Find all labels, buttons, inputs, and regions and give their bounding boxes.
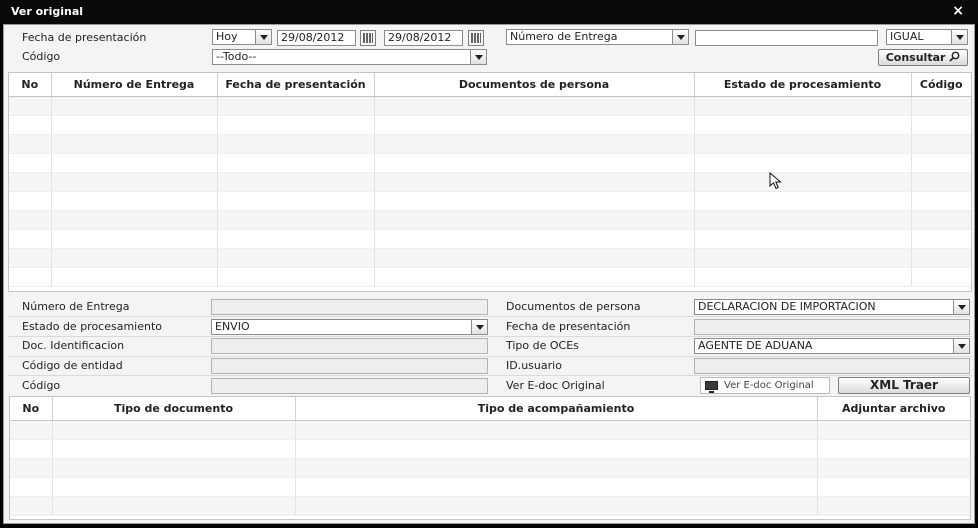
codigo-filter-label: Código (22, 50, 61, 63)
chevron-down-icon[interactable] (953, 300, 969, 314)
column-header-estado-procesamiento[interactable]: Estado de procesamiento (694, 73, 912, 97)
period-select[interactable]: Hoy (212, 29, 272, 45)
results-table-header: No Número de Entrega Fecha de presentaci… (9, 73, 971, 97)
codigo-entidad-label: Código de entidad (22, 359, 123, 372)
table-row[interactable] (9, 172, 971, 192)
chevron-down-icon[interactable] (255, 30, 271, 44)
estado-procesamiento-label: Estado de procesamiento (22, 320, 163, 333)
codigo-entidad-field[interactable] (211, 358, 488, 374)
estado-procesamiento-select[interactable]: ENVIO (211, 319, 488, 335)
results-table-body (9, 96, 971, 287)
table-row[interactable] (10, 420, 970, 440)
ver-edoc-original-button-label: Ver E-doc Original (724, 380, 814, 391)
doc-identificacion-label: Doc. Identificacion (22, 339, 125, 352)
dialog-content: Fecha de presentación Hoy 29/08/2012 29/… (3, 24, 975, 524)
column-header-adjuntar-archivo[interactable]: Adjuntar archivo (817, 397, 970, 421)
codigo-select-value: --Todo-- (216, 50, 257, 63)
operator-select-value: IGUAL (890, 30, 924, 43)
fecha-presentacion-field[interactable] (694, 319, 970, 335)
search-field-select[interactable]: Número de Entrega (506, 29, 689, 45)
date-to-input[interactable]: 29/08/2012 (384, 30, 463, 46)
table-row[interactable] (9, 191, 971, 211)
table-row[interactable] (9, 134, 971, 154)
table-row[interactable] (9, 267, 971, 287)
form-divider (8, 356, 972, 357)
period-select-value: Hoy (216, 30, 238, 43)
table-row[interactable] (9, 229, 971, 249)
table-row[interactable] (9, 153, 971, 173)
column-header-no[interactable]: No (10, 397, 53, 421)
fecha-presentacion-detail-label: Fecha de presentación (506, 320, 631, 333)
search-icon (949, 51, 960, 62)
calendar-icon[interactable] (360, 30, 376, 46)
title-bar[interactable]: Ver original × (0, 0, 978, 24)
table-row[interactable] (10, 458, 970, 478)
date-from-value: 29/08/2012 (281, 31, 345, 44)
xml-traer-button-label: XML Traer (870, 378, 938, 392)
operator-select[interactable]: IGUAL (886, 29, 968, 45)
date-from-input[interactable]: 29/08/2012 (277, 30, 356, 46)
documentos-persona-select[interactable]: DECLARACION DE IMPORTACION (694, 299, 970, 315)
doc-identificacion-field[interactable] (211, 338, 488, 354)
numero-entrega-field[interactable] (211, 299, 488, 315)
mouse-cursor-icon (769, 172, 782, 190)
tipo-oces-select[interactable]: AGENTE DE ADUANA (694, 338, 970, 354)
consultar-button[interactable]: Consultar (878, 49, 968, 66)
close-icon[interactable]: × (952, 3, 964, 19)
search-input[interactable] (695, 30, 878, 46)
chevron-down-icon[interactable] (953, 339, 969, 353)
estado-procesamiento-value: ENVIO (215, 320, 250, 333)
form-divider (8, 316, 972, 317)
ver-original-dialog: Ver original × Fecha de presentación Hoy… (0, 0, 978, 528)
table-row[interactable] (9, 248, 971, 268)
documentos-persona-label: Documentos de persona (506, 300, 641, 313)
form-divider (8, 336, 972, 337)
table-row[interactable] (10, 477, 970, 497)
documents-table: No Tipo de documento Tipo de acompañamie… (10, 397, 970, 516)
monitor-icon (705, 381, 718, 393)
documents-table-panel: No Tipo de documento Tipo de acompañamie… (9, 396, 971, 520)
tipo-oces-label: Tipo de OCEs (506, 339, 579, 352)
codigo-label: Código (22, 379, 61, 392)
documents-table-body (10, 420, 970, 516)
consultar-button-label: Consultar (885, 51, 946, 64)
table-row[interactable] (10, 496, 970, 516)
ver-edoc-original-label: Ver E-doc Original (506, 379, 605, 392)
table-row[interactable] (9, 115, 971, 135)
ver-edoc-original-button[interactable]: Ver E-doc Original (700, 377, 830, 394)
chevron-down-icon[interactable] (951, 30, 967, 44)
column-header-codigo[interactable]: Código (911, 73, 971, 97)
results-table: No Número de Entrega Fecha de presentaci… (9, 73, 971, 287)
column-header-tipo-acompanamiento[interactable]: Tipo de acompañamiento (295, 397, 818, 421)
xml-traer-button[interactable]: XML Traer (838, 377, 970, 394)
column-header-numero-entrega[interactable]: Número de Entrega (51, 73, 218, 97)
form-divider (8, 375, 972, 376)
documentos-persona-value: DECLARACION DE IMPORTACION (698, 300, 876, 313)
table-row[interactable] (10, 439, 970, 459)
table-row[interactable] (9, 210, 971, 230)
search-field-select-value: Número de Entrega (510, 30, 618, 43)
dialog-title: Ver original (11, 5, 84, 18)
column-header-no[interactable]: No (9, 73, 52, 97)
id-usuario-field[interactable] (694, 358, 970, 374)
chevron-down-icon[interactable] (471, 320, 487, 334)
date-to-value: 29/08/2012 (388, 31, 452, 44)
tipo-oces-value: AGENTE DE ADUANA (698, 339, 813, 352)
documents-table-header: No Tipo de documento Tipo de acompañamie… (10, 397, 970, 421)
column-header-tipo-documento[interactable]: Tipo de documento (52, 397, 296, 421)
codigo-field[interactable] (211, 378, 488, 394)
table-row[interactable] (9, 96, 971, 116)
chevron-down-icon[interactable] (672, 30, 688, 44)
codigo-select[interactable]: --Todo-- (212, 49, 487, 65)
calendar-icon[interactable] (468, 30, 484, 46)
id-usuario-label: ID.usuario (506, 359, 562, 372)
numero-entrega-label: Número de Entrega (22, 300, 130, 313)
chevron-down-icon[interactable] (470, 50, 486, 64)
fecha-presentacion-label: Fecha de presentación (22, 31, 147, 44)
results-table-panel: No Número de Entrega Fecha de presentaci… (8, 72, 972, 292)
column-header-documentos-persona[interactable]: Documentos de persona (374, 73, 695, 97)
column-header-fecha-presentacion[interactable]: Fecha de presentación (217, 73, 375, 97)
